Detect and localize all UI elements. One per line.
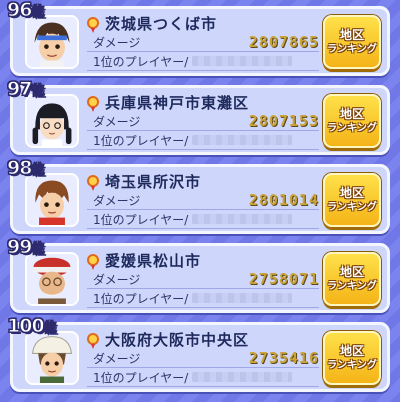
area-ranking-button[interactable]: 地区 ランキング [323, 15, 381, 69]
ranking-row: 96位 茨城県つくば市 ダメージ 2807865 1位のプレイヤー/ 地区 ラン… [6, 0, 390, 76]
button-line1: 地区 [339, 343, 364, 358]
damage-label: ダメージ [93, 272, 141, 287]
button-line1: 地区 [339, 106, 364, 121]
boy-hat-icon [25, 331, 79, 385]
damage-label: ダメージ [93, 35, 141, 50]
button-line2: ランキング [327, 280, 377, 292]
top-player-label: 1位のプレイヤー/ [93, 54, 189, 69]
medal-icon [87, 17, 99, 33]
button-line1: 地区 [339, 264, 364, 279]
rank-label: 98位 [6, 157, 44, 180]
medal-icon [87, 175, 99, 191]
damage-label: ダメージ [93, 351, 141, 366]
area-ranking-button[interactable]: 地区 ランキング [323, 173, 381, 227]
area-ranking-button[interactable]: 地区 ランキング [323, 331, 381, 385]
ranking-row: 98位 埼玉県所沢市 ダメージ 2801014 1位のプレイヤー/ 地区 ランキ… [6, 157, 390, 234]
rank-label: 96位 [6, 0, 44, 22]
button-line2: ランキング [327, 122, 377, 134]
top-player-label: 1位のプレイヤー/ [93, 370, 189, 385]
boy-brown-hair-icon [25, 173, 79, 227]
area-name: 愛媛県松山市 [105, 251, 202, 270]
damage-value: 2758071 [248, 270, 319, 288]
area-name: 兵庫県神戸市東灘区 [105, 93, 250, 112]
medal-icon [87, 333, 99, 349]
rank-label: 97位 [6, 78, 44, 101]
player-name-hidden [192, 214, 293, 224]
top-player-label: 1位のプレイヤー/ [93, 212, 189, 227]
top-player-label: 1位のプレイヤー/ [93, 133, 189, 148]
damage-label: ダメージ [93, 193, 141, 208]
damage-value: 2807153 [248, 112, 319, 130]
area-name: 茨城県つくば市 [105, 14, 218, 33]
top-player-label: 1位のプレイヤー/ [93, 291, 189, 306]
area-ranking-button[interactable]: 地区 ランキング [323, 252, 381, 306]
medal-icon [87, 254, 99, 270]
damage-value: 2735416 [248, 349, 319, 367]
player-name-hidden [192, 135, 293, 145]
player-name-hidden [192, 372, 293, 382]
ranking-row: 97位 兵庫県神戸市東灘区 ダメージ 2807153 1位のプレイヤー/ 地区 … [6, 78, 390, 155]
ranking-list: 96位 茨城県つくば市 ダメージ 2807865 1位のプレイヤー/ 地区 ラン… [0, 0, 400, 402]
button-line2: ランキング [327, 201, 377, 213]
rank-label: 100位 [7, 315, 58, 338]
player-name-hidden [192, 293, 293, 303]
area-ranking-button[interactable]: 地区 ランキング [323, 94, 381, 148]
rank-label: 99位 [6, 236, 44, 259]
boy-headband-icon [25, 15, 79, 69]
old-man-icon [25, 252, 79, 306]
ranking-row: 100位 大阪府大阪市中央区 ダメージ 2735416 1位のプレイヤー/ 地区… [7, 315, 390, 392]
button-line2: ランキング [327, 43, 377, 55]
area-name: 大阪府大阪市中央区 [105, 330, 250, 349]
damage-value: 2801014 [248, 191, 319, 209]
medal-icon [87, 96, 99, 112]
damage-label: ダメージ [93, 114, 141, 129]
player-name-hidden [192, 56, 293, 66]
button-line1: 地区 [339, 27, 364, 42]
damage-value: 2807865 [248, 33, 319, 51]
girl-braids-icon [25, 94, 79, 148]
ranking-row: 99位 愛媛県松山市 ダメージ 2758071 1位のプレイヤー/ 地区 ランキ… [6, 236, 390, 313]
button-line1: 地区 [339, 185, 364, 200]
area-name: 埼玉県所沢市 [105, 172, 202, 191]
button-line2: ランキング [327, 359, 377, 371]
